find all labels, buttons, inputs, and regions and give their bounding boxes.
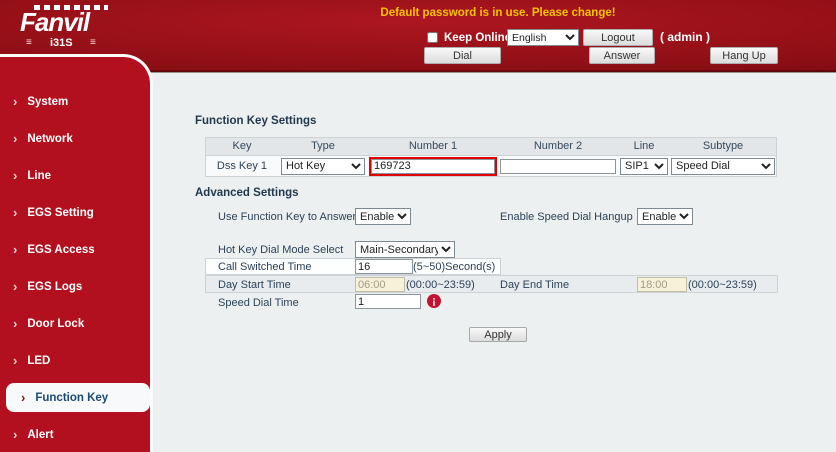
call-switched-time-hint: (5~50)Second(s) [413, 261, 496, 273]
chevron-right-icon: › [13, 131, 18, 146]
speed-dial-warning-icon: ¡ [427, 294, 441, 308]
chevron-right-icon: › [13, 205, 18, 220]
subtype-select[interactable]: Speed Dial [671, 157, 775, 175]
chevron-right-icon: › [13, 242, 18, 257]
sidebar-item-label: EGS Access [27, 243, 95, 256]
logged-in-user-badge: ( admin ) [660, 30, 710, 44]
sidebar-item-led[interactable]: › LED [0, 342, 150, 379]
day-start-time-hint: (00:00~23:59) [406, 279, 475, 291]
sidebar-item-label: Alert [27, 428, 54, 441]
function-key-table: Key Type Number 1 Number 2 Line Subtype … [205, 137, 777, 177]
speed-dial-time-input[interactable] [355, 294, 421, 309]
day-end-time-input [637, 277, 687, 292]
advanced-settings-title: Advanced Settings [195, 187, 299, 199]
sidebar-item-door-lock[interactable]: › Door Lock [0, 305, 150, 342]
sidebar-item-label: Door Lock [27, 317, 85, 330]
column-header-subtype: Subtype [702, 140, 744, 152]
apply-button[interactable]: Apply [469, 327, 527, 342]
sidebar-item-label: Function Key [35, 391, 109, 404]
logo-model-text: i31S [50, 37, 73, 49]
sidebar-item-label: EGS Logs [27, 280, 83, 293]
function-key-table-header: Key Type Number 1 Number 2 Line Subtype [206, 138, 776, 156]
chevron-right-icon: › [21, 390, 26, 405]
day-end-time-hint: (00:00~23:59) [688, 279, 757, 291]
column-header-key: Key [232, 140, 252, 152]
keep-online-label: Keep Online [444, 32, 512, 44]
day-start-time-input [355, 277, 405, 292]
logo-brand-text: Fanvil [20, 7, 90, 37]
enable-speed-dial-hangup-label: Enable Speed Dial Hangup [500, 211, 633, 223]
use-function-key-to-answer-label: Use Function Key to Answer [218, 211, 357, 223]
sidebar-item-egs-setting[interactable]: › EGS Setting [0, 194, 150, 231]
sidebar-item-label: Network [27, 132, 73, 145]
answer-button[interactable]: Answer [589, 47, 655, 64]
sidebar-item-system[interactable]: › System [0, 83, 150, 120]
chevron-right-icon: › [13, 279, 18, 294]
enable-speed-dial-hangup-select[interactable]: Enable [637, 208, 693, 225]
use-function-key-to-answer-select[interactable]: Enable [355, 208, 411, 225]
sidebar-item-function-key[interactable]: › Function Key [6, 383, 150, 412]
call-switched-time-label: Call Switched Time [218, 261, 312, 273]
chevron-right-icon: › [13, 94, 18, 109]
fanvil-web-ui: Fanvil ≡ i31S ≡ Default password is in u… [0, 0, 836, 452]
hot-key-dial-mode-label: Hot Key Dial Mode Select [218, 244, 344, 256]
column-header-number1: Number 1 [408, 140, 458, 152]
sidebar-item-egs-access[interactable]: › EGS Access [0, 231, 150, 268]
sidebar-nav: › System › Network › Line › EGS Setting … [0, 54, 153, 452]
function-key-settings-title: Function Key Settings [195, 115, 317, 127]
day-start-time-label: Day Start Time [218, 279, 291, 291]
line-select[interactable]: SIP1 [620, 157, 668, 175]
chevron-right-icon: › [13, 168, 18, 183]
sidebar-item-label: EGS Setting [27, 206, 94, 219]
sidebar-item-line[interactable]: › Line [0, 157, 150, 194]
hamburger-icon: ≡ [90, 37, 96, 48]
default-password-warning: Default password is in use. Please chang… [380, 7, 616, 19]
number2-input[interactable] [500, 158, 616, 174]
dial-button[interactable]: Dial [424, 47, 501, 64]
call-switched-time-input[interactable] [355, 259, 413, 274]
hot-key-dial-mode-select[interactable]: Main-Secondary [355, 241, 455, 258]
column-header-number2: Number 2 [533, 140, 583, 152]
chevron-right-icon: › [13, 353, 18, 368]
keep-online-checkbox[interactable] [427, 32, 438, 43]
column-header-type: Type [311, 140, 335, 152]
logout-button[interactable]: Logout [583, 29, 653, 46]
sidebar-item-egs-logs[interactable]: › EGS Logs [0, 268, 150, 305]
fanvil-logo: Fanvil ≡ i31S ≡ [12, 1, 162, 53]
sidebar-item-label: LED [27, 354, 51, 367]
chevron-right-icon: › [13, 427, 18, 442]
type-select[interactable]: Hot Key [281, 157, 365, 175]
hamburger-icon: ≡ [26, 37, 32, 48]
sidebar-item-network[interactable]: › Network [0, 120, 150, 157]
day-end-time-label: Day End Time [500, 279, 570, 291]
chevron-right-icon: › [13, 316, 18, 331]
sidebar-item-label: System [27, 95, 69, 108]
number1-input[interactable] [369, 156, 497, 176]
hang-up-button[interactable]: Hang Up [710, 47, 778, 64]
dss-key-label: Dss Key 1 [216, 160, 268, 172]
sidebar-item-label: Line [27, 169, 51, 182]
speed-dial-time-label: Speed Dial Time [218, 297, 299, 309]
sidebar-item-alert[interactable]: › Alert [0, 416, 150, 452]
table-row: Dss Key 1 Hot Key SIP1 Speed Dial [206, 156, 776, 176]
language-select[interactable]: English [507, 29, 579, 46]
column-header-line: Line [633, 140, 655, 152]
